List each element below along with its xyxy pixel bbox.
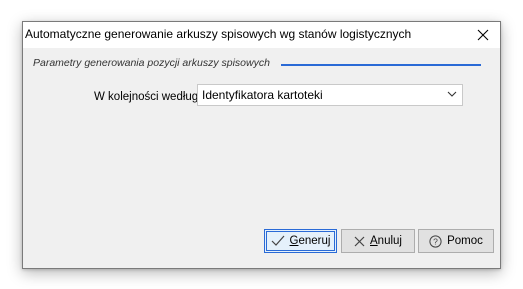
window-title: Automatyczne generowanie arkuszy spisowy… — [25, 27, 412, 41]
question-circle-icon: ? — [429, 234, 442, 248]
svg-text:?: ? — [433, 236, 438, 246]
order-label: W kolejności według — [94, 91, 199, 103]
group-legend: Parametry generowania pozycji arkuszy sp… — [33, 57, 270, 69]
group-divider — [281, 64, 481, 66]
cancel-button[interactable]: Anuluj — [341, 229, 415, 253]
chevron-down-icon — [447, 91, 457, 97]
help-button-label: Pomoc — [447, 235, 483, 247]
help-button[interactable]: ? Pomoc — [418, 229, 494, 253]
order-select-value: Identyfikatora kartoteki — [202, 88, 323, 102]
close-button[interactable] — [466, 22, 500, 48]
order-select[interactable]: Identyfikatora kartoteki — [197, 84, 463, 106]
dialog-shadow: Automatyczne generowanie arkuszy spisowy… — [22, 21, 501, 269]
x-icon — [354, 236, 365, 247]
close-icon — [477, 29, 489, 41]
cancel-button-label: Anuluj — [370, 235, 402, 247]
generate-button-label: Generuj — [289, 235, 331, 247]
checkmark-icon — [271, 235, 285, 247]
dialog-window: Automatyczne generowanie arkuszy spisowy… — [22, 21, 501, 269]
generate-button[interactable]: Generuj — [264, 229, 337, 253]
title-bar: Automatyczne generowanie arkuszy spisowy… — [23, 22, 500, 48]
